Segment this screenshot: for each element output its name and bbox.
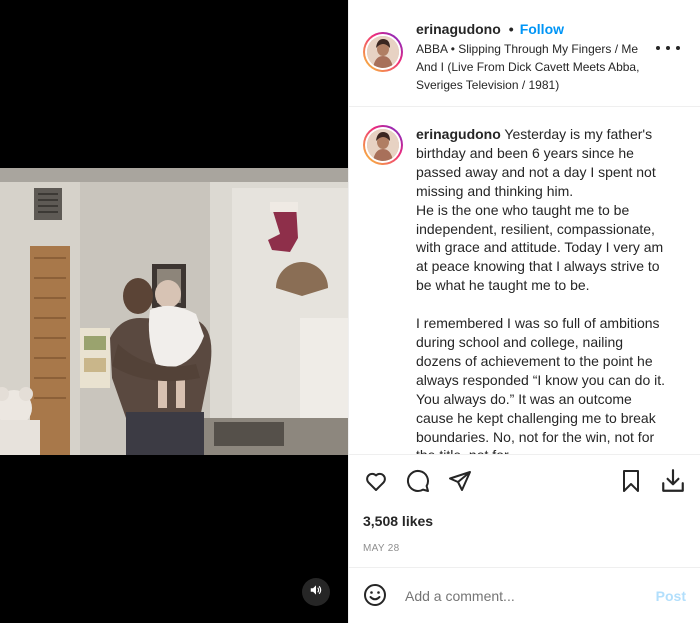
heart-icon[interactable]	[363, 468, 389, 494]
audio-credit-link[interactable]: ABBA • Slipping Through My Fingers / Me …	[416, 40, 644, 94]
speaker-icon	[309, 583, 323, 602]
header-text: erinagudono • Follow ABBA • Slipping Thr…	[416, 20, 644, 94]
username-row: erinagudono • Follow	[416, 20, 644, 38]
caption-body: Yesterday is my father's birthday and be…	[416, 126, 666, 454]
caption-section: erinagudono Yesterday is my father's bir…	[349, 107, 700, 455]
likes-count[interactable]: 3,508 likes	[349, 507, 700, 535]
media-panel	[0, 0, 348, 623]
more-options-icon[interactable]	[656, 42, 680, 54]
comment-input[interactable]	[405, 587, 656, 604]
post-comment-button[interactable]: Post	[656, 588, 686, 604]
download-icon[interactable]	[660, 468, 686, 494]
avatar-image	[367, 36, 399, 68]
audio-toggle-button[interactable]	[302, 578, 330, 606]
separator-dot: •	[508, 21, 514, 37]
post-date[interactable]: MAY 28	[349, 535, 700, 569]
post-header: erinagudono • Follow ABBA • Slipping Thr…	[349, 0, 700, 107]
follow-button[interactable]: Follow	[520, 20, 564, 38]
username-link[interactable]: erinagudono	[416, 20, 501, 38]
comment-bar: Post	[349, 567, 700, 623]
share-icon[interactable]	[447, 468, 473, 494]
video-player[interactable]	[0, 168, 348, 455]
caption-avatar[interactable]	[363, 125, 403, 165]
caption-username[interactable]: erinagudono	[416, 126, 501, 142]
avatar[interactable]	[363, 32, 403, 72]
caption-avatar-image	[367, 129, 399, 161]
emoji-icon[interactable]	[363, 583, 389, 609]
caption-text: erinagudono Yesterday is my father's bir…	[416, 125, 666, 454]
bookmark-icon[interactable]	[618, 468, 644, 494]
post-modal: erinagudono • Follow ABBA • Slipping Thr…	[0, 0, 700, 623]
comment-icon[interactable]	[405, 468, 431, 494]
post-side-panel: erinagudono • Follow ABBA • Slipping Thr…	[348, 0, 700, 623]
action-bar	[349, 455, 700, 507]
video-frame-image	[0, 168, 348, 455]
